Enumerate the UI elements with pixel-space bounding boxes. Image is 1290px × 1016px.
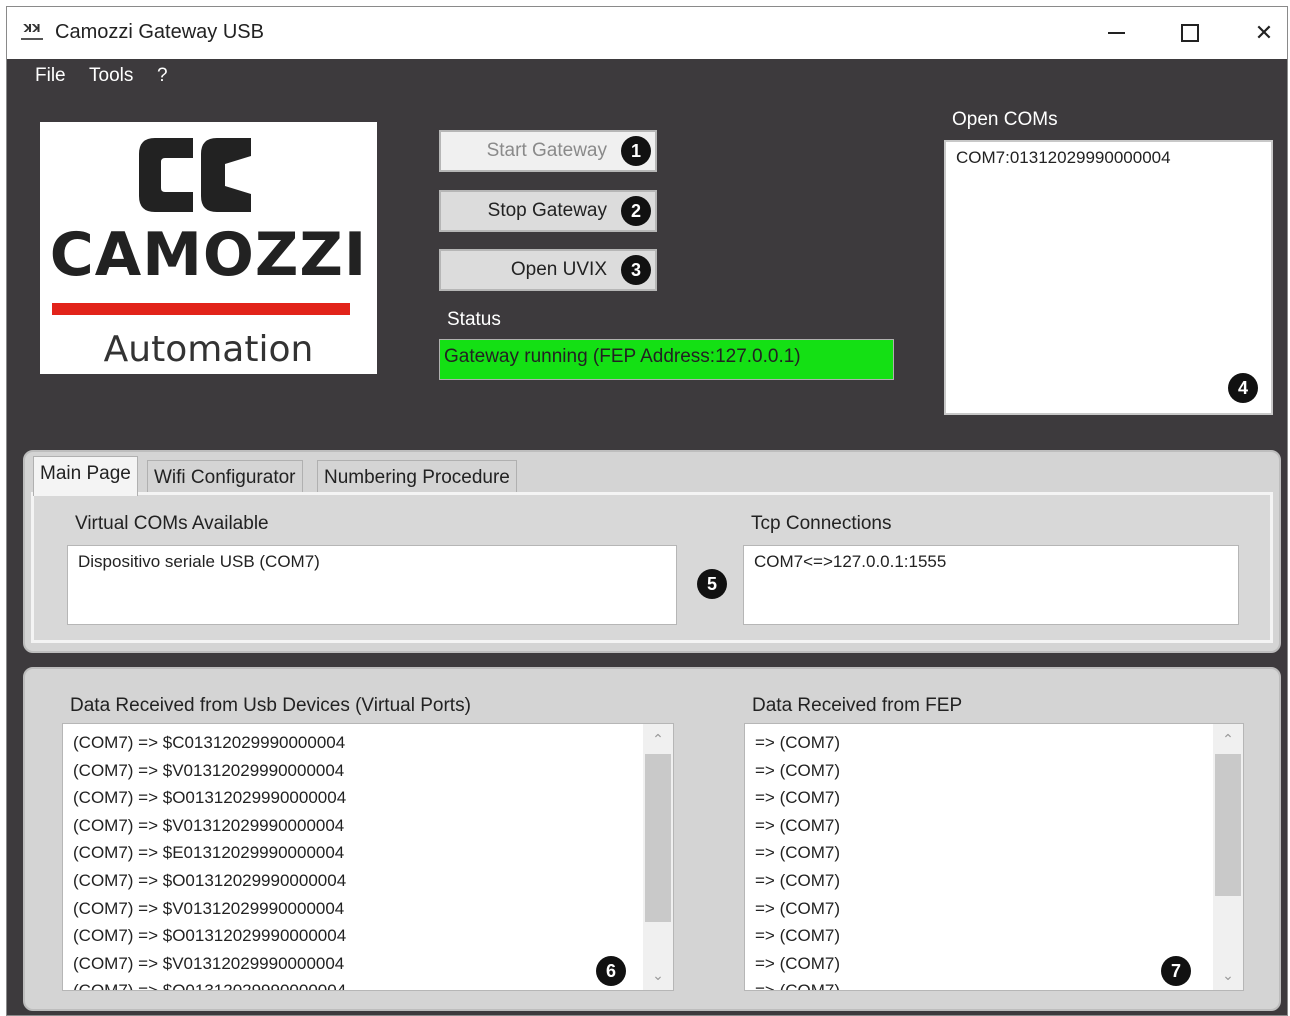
- log-line: => (COM7): [755, 898, 841, 918]
- scroll-down-icon[interactable]: ⌄: [643, 960, 673, 990]
- scroll-up-icon[interactable]: ⌃: [1213, 724, 1243, 754]
- stop-gateway-label: Stop Gateway: [487, 200, 607, 221]
- log-line: (COM7) => $E01312029990000004: [73, 843, 345, 863]
- camozzi-logo: CAMOZZI Automation: [40, 122, 377, 374]
- usb-data-log[interactable]: (COM7) => $C01312029990000004 (COM7) => $…: [62, 723, 674, 991]
- virtual-coms-list[interactable]: Dispositivo seriale USB (COM7): [67, 545, 677, 625]
- tcp-connections-label: Tcp Connections: [751, 513, 892, 534]
- callout-badge-2: 2: [621, 196, 651, 226]
- scroll-down-icon[interactable]: ⌄: [1213, 960, 1243, 990]
- logo-wordmark: CAMOZZI: [49, 220, 368, 290]
- app-logo-icon: ꓘꓘ: [21, 23, 43, 40]
- usb-data-label: Data Received from Usb Devices (Virtual …: [70, 695, 471, 716]
- log-line: => (COM7): [755, 843, 841, 863]
- fep-data-log[interactable]: => (COM7) => (COM7) => (COM7) => (COM7) => (…: [744, 723, 1244, 991]
- minimize-button[interactable]: [1093, 15, 1139, 51]
- open-uvix-label: Open UVIX: [510, 259, 607, 280]
- logo-subtitle: Automation: [103, 329, 314, 370]
- fep-log-scrollbar[interactable]: ⌃ ⌄: [1213, 724, 1243, 990]
- callout-badge-3: 3: [621, 255, 651, 285]
- logo-red-bar: [52, 303, 350, 315]
- maximize-button[interactable]: [1167, 15, 1213, 51]
- app-window: ꓘꓘ Camozzi Gateway USB ✕ File Tools ? CA…: [6, 6, 1288, 1016]
- menu-tools[interactable]: Tools: [89, 65, 133, 87]
- status-label: Status: [447, 309, 501, 330]
- minimize-icon: [1107, 32, 1125, 34]
- log-line: => (COM7): [755, 870, 841, 890]
- main-page-content: Virtual COMs Available Dispositivo seria…: [31, 492, 1273, 643]
- callout-badge-4: 4: [1228, 373, 1258, 403]
- log-line: => (COM7): [755, 788, 841, 808]
- log-line: => (COM7): [755, 815, 841, 835]
- tab-panel: Main Page Wifi Configurator Numbering Pr…: [23, 450, 1281, 653]
- scroll-up-icon[interactable]: ⌃: [643, 724, 673, 754]
- log-line: => (COM7): [755, 760, 841, 780]
- virtual-coms-label: Virtual COMs Available: [75, 513, 269, 534]
- log-line: (COM7) => $C01312029990000004: [73, 733, 346, 752]
- fep-data-lines: => (COM7) => (COM7) => (COM7) => (COM7) => (…: [755, 729, 841, 991]
- callout-badge-5: 5: [697, 569, 727, 599]
- menu-help[interactable]: ?: [157, 65, 168, 87]
- log-line: => (COM7): [755, 953, 841, 973]
- camozzi-cc-icon: [139, 138, 251, 212]
- log-line: => (COM7): [755, 926, 841, 946]
- close-icon: ✕: [1254, 20, 1274, 45]
- callout-badge-1: 1: [621, 136, 651, 166]
- usb-log-scrollbar[interactable]: ⌃ ⌄: [643, 724, 673, 990]
- log-line: (COM7) => $V01312029990000004: [73, 760, 345, 780]
- start-gateway-label: Start Gateway: [486, 140, 607, 161]
- scroll-thumb[interactable]: [1215, 754, 1241, 896]
- tab-numbering-procedure[interactable]: Numbering Procedure: [317, 460, 517, 494]
- maximize-icon: [1181, 24, 1199, 42]
- log-line: (COM7) => $V01312029990000004: [73, 898, 345, 918]
- callout-badge-6: 6: [596, 956, 626, 986]
- start-gateway-button[interactable]: Start Gateway 1: [439, 130, 657, 172]
- open-uvix-button[interactable]: Open UVIX 3: [439, 249, 657, 291]
- scroll-thumb[interactable]: [645, 754, 671, 922]
- status-indicator: Gateway running (FEP Address:127.0.0.1): [439, 339, 894, 380]
- usb-data-lines: (COM7) => $C01312029990000004 (COM7) => $…: [73, 729, 347, 991]
- list-item[interactable]: COM7:01312029990000004: [956, 148, 1261, 168]
- open-coms-label: Open COMs: [952, 109, 1058, 130]
- log-line: (COM7) => $V01312029990000004: [73, 953, 345, 973]
- menu-file[interactable]: File: [35, 65, 66, 87]
- log-line: (COM7) => $V01312029990000004: [73, 815, 345, 835]
- window-title: Camozzi Gateway USB: [55, 21, 264, 43]
- data-log-panel: Data Received from Usb Devices (Virtual …: [23, 667, 1281, 1011]
- fep-data-label: Data Received from FEP: [752, 695, 963, 716]
- log-line: (COM7) => $O01312029990000004: [73, 926, 347, 946]
- callout-badge-7: 7: [1161, 956, 1191, 986]
- log-line: (COM7) => $O01312029990000004: [73, 870, 347, 890]
- open-coms-list[interactable]: COM7:01312029990000004: [944, 140, 1273, 415]
- tab-wifi-configurator[interactable]: Wifi Configurator: [147, 460, 303, 494]
- log-line: => (COM7): [755, 981, 841, 991]
- title-bar: ꓘꓘ Camozzi Gateway USB ✕: [7, 7, 1287, 59]
- tab-main-page[interactable]: Main Page: [33, 456, 138, 496]
- tcp-connections-list[interactable]: COM7<=>127.0.0.1:1555: [743, 545, 1239, 625]
- stop-gateway-button[interactable]: Stop Gateway 2: [439, 190, 657, 232]
- close-button[interactable]: ✕: [1241, 15, 1287, 51]
- log-line: (COM7) => $O01312029990000004: [73, 788, 347, 808]
- log-line: (COM7) => $O01312029990000004: [73, 981, 347, 991]
- menu-bar: File Tools ?: [7, 59, 1287, 91]
- log-line: => (COM7): [755, 733, 841, 752]
